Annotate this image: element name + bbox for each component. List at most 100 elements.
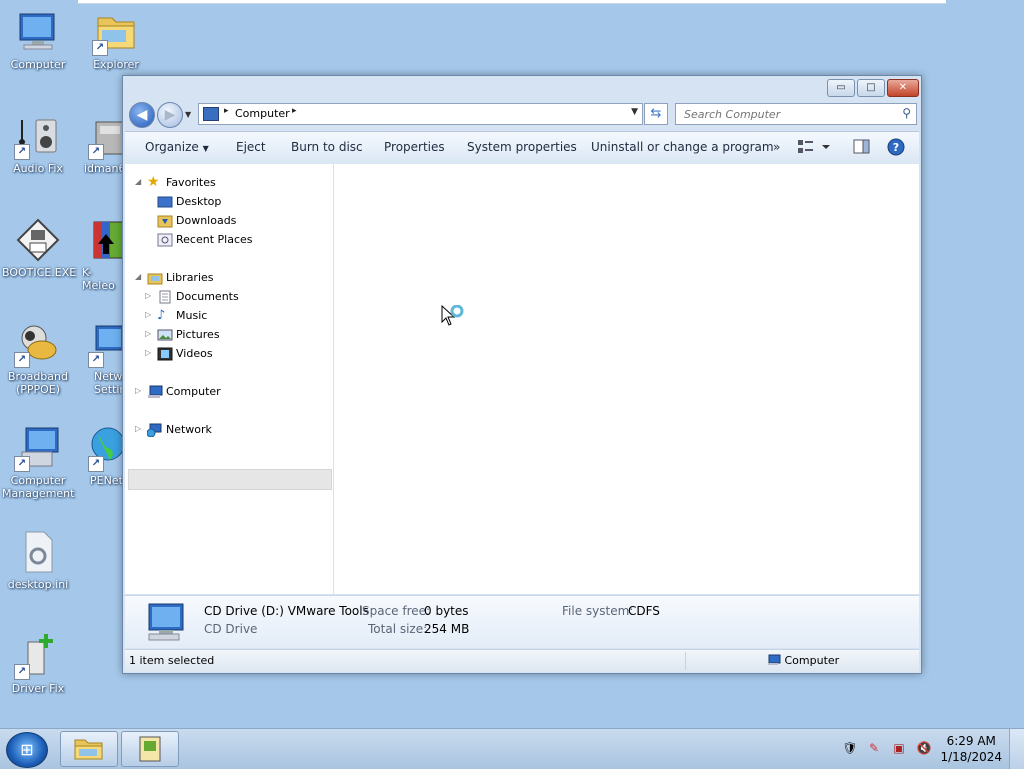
space-free-value: 0 bytes xyxy=(424,604,469,618)
nav-documents-label: Documents xyxy=(176,290,239,303)
security-shield-icon[interactable]: 🛡 xyxy=(842,741,858,757)
collapse-arrow-icon[interactable]: ◢ xyxy=(135,177,141,186)
desktop-icon-label: BOOTICE.EXE xyxy=(2,266,77,279)
collapse-arrow-icon[interactable]: ◢ xyxy=(135,272,141,281)
svg-text:?: ? xyxy=(893,141,899,154)
chevron-down-icon: ▼ xyxy=(202,144,209,153)
expand-arrow-icon[interactable]: ▷ xyxy=(145,348,151,357)
recent-pages-dropdown-icon[interactable]: ▼ xyxy=(185,110,191,119)
caption-buttons: ▭ □ ✕ xyxy=(825,79,919,97)
desktop-icon-network-settings[interactable]: ↗ Netw Settir xyxy=(80,320,124,396)
desktop-icon-driver-fix[interactable]: ↗ Driver Fix xyxy=(2,632,74,695)
organize-button[interactable]: Organize ▼ xyxy=(145,140,209,154)
title-bar[interactable]: ▭ □ ✕ xyxy=(123,76,921,100)
windows-logo-icon: ⊞ xyxy=(20,740,34,759)
file-list-pane[interactable] xyxy=(334,164,919,594)
show-desktop-button[interactable] xyxy=(1009,729,1024,769)
refresh-button[interactable]: ⇆ xyxy=(644,103,668,125)
videos-icon xyxy=(157,347,173,361)
minimize-button[interactable]: ▭ xyxy=(827,79,855,97)
more-commands-button[interactable]: » xyxy=(773,140,780,154)
music-icon: ♪ xyxy=(157,308,166,323)
command-bar: Organize ▼ Eject Burn to disc Properties… xyxy=(125,131,919,165)
maximize-button[interactable]: □ xyxy=(857,79,885,97)
change-view-button[interactable] xyxy=(797,138,831,159)
breadcrumb-separator[interactable]: ▸ xyxy=(224,106,229,116)
desktop-icon-k-meleon[interactable]: K-Meleo xyxy=(80,216,124,292)
search-input[interactable] xyxy=(682,106,886,123)
clock[interactable]: 6:29 AM 1/18/2024 xyxy=(940,733,1002,765)
address-bar[interactable]: ▸ Computer ▸ ▼ xyxy=(198,103,643,125)
floppy-disk-icon xyxy=(14,216,62,264)
recent-places-icon xyxy=(157,233,173,247)
address-row: ◀ ▶ ▼ ▸ Computer ▸ ▼ ⇆ ⚲ xyxy=(123,100,921,130)
nav-recent-places-label: Recent Places xyxy=(176,233,253,246)
space-free-label: Space free: xyxy=(362,604,431,618)
eject-button[interactable]: Eject xyxy=(236,140,266,154)
status-divider xyxy=(685,652,686,670)
nav-favorites-label: Favorites xyxy=(166,176,216,189)
desktop-icon-computer-management[interactable]: ↗ Computer Management xyxy=(2,424,74,500)
desktop-icon-audio-fix[interactable]: ↗ Audio Fix xyxy=(2,112,74,175)
expand-arrow-icon[interactable]: ▷ xyxy=(135,386,141,395)
computer-icon xyxy=(143,602,187,642)
volume-muted-icon[interactable]: 🔇 xyxy=(916,741,932,757)
total-size-label: Total size: xyxy=(368,622,428,636)
back-button[interactable]: ◀ xyxy=(129,102,155,128)
desktop-icon-idman[interactable]: ↗ idman60 xyxy=(80,112,124,175)
installer-icon: ↗ xyxy=(88,112,124,160)
usb-eject-icon[interactable]: ✎ xyxy=(866,741,882,757)
address-dropdown-icon[interactable]: ▼ xyxy=(631,107,638,117)
desktop-icon-desktop-ini[interactable]: desktop.ini xyxy=(2,528,74,591)
desktop-icon-label: PENetw xyxy=(90,474,124,487)
search-box[interactable]: ⚲ xyxy=(675,103,917,125)
desktop-icon-bootice[interactable]: BOOTICE.EXE xyxy=(2,216,77,279)
documents-icon xyxy=(157,290,173,304)
total-size-value: 254 MB xyxy=(424,622,470,636)
search-icon[interactable]: ⚲ xyxy=(902,106,911,120)
desktop-icon-label: Netw Settir xyxy=(94,370,124,396)
status-location: Computer xyxy=(767,654,839,667)
desktop-icon-penetwork[interactable]: ↗ PENetw xyxy=(80,424,124,487)
file-system-value: CDFS xyxy=(628,604,660,618)
expand-arrow-icon[interactable]: ▷ xyxy=(145,310,151,319)
expand-arrow-icon[interactable]: ▷ xyxy=(135,424,141,433)
desktop-icon-label: desktop.ini xyxy=(7,578,69,591)
forward-button[interactable]: ▶ xyxy=(157,102,183,128)
desktop-icon-label: Broadband (PPPOE) xyxy=(8,370,68,396)
computer-icon xyxy=(203,107,219,121)
taskbar-app-button[interactable] xyxy=(121,731,179,767)
nav-network-label: Network xyxy=(166,423,212,436)
burn-to-disc-button[interactable]: Burn to disc xyxy=(291,140,363,154)
uninstall-program-button[interactable]: Uninstall or change a program xyxy=(591,140,774,154)
system-properties-button[interactable]: System properties xyxy=(467,140,577,154)
close-button[interactable]: ✕ xyxy=(887,79,919,97)
nav-music-label: Music xyxy=(176,309,208,322)
desktop-icon-broadband[interactable]: ↗ Broadband (PPPOE) xyxy=(2,320,74,396)
shortcut-arrow-icon: ↗ xyxy=(14,456,30,472)
nav-libraries-label: Libraries xyxy=(166,271,214,284)
desktop-icon-label: Explorer xyxy=(93,58,139,71)
status-bar: 1 item selected Computer xyxy=(125,649,919,672)
nav-desktop-label: Desktop xyxy=(176,195,222,208)
preview-pane-button[interactable] xyxy=(853,138,871,159)
back-arrow-icon: ◀ xyxy=(136,107,148,123)
archive-icon xyxy=(88,216,124,264)
help-icon: ? xyxy=(887,138,905,156)
properties-button[interactable]: Properties xyxy=(384,140,445,154)
taskbar-explorer-button[interactable] xyxy=(60,731,118,767)
help-button[interactable]: ? xyxy=(887,138,905,159)
start-button[interactable]: ⊞ xyxy=(6,732,48,768)
network-monitor-icon: ↗ xyxy=(88,320,124,368)
breadcrumb-separator[interactable]: ▸ xyxy=(292,106,297,116)
folder-icon: ↗ xyxy=(92,8,140,56)
breadcrumb-computer[interactable]: Computer xyxy=(235,107,290,120)
expand-arrow-icon[interactable]: ▷ xyxy=(145,329,151,338)
network-status-icon[interactable]: ▣ xyxy=(891,741,907,757)
expand-arrow-icon[interactable]: ▷ xyxy=(145,291,151,300)
desktop-icon-explorer[interactable]: ↗ Explorer xyxy=(80,8,152,71)
clock-date: 1/18/2024 xyxy=(940,750,1002,764)
desktop-icon-computer[interactable]: Computer xyxy=(2,8,74,71)
desktop-icon-label: Audio Fix xyxy=(13,162,63,175)
desktop-icon-label: Computer Management xyxy=(2,474,75,500)
